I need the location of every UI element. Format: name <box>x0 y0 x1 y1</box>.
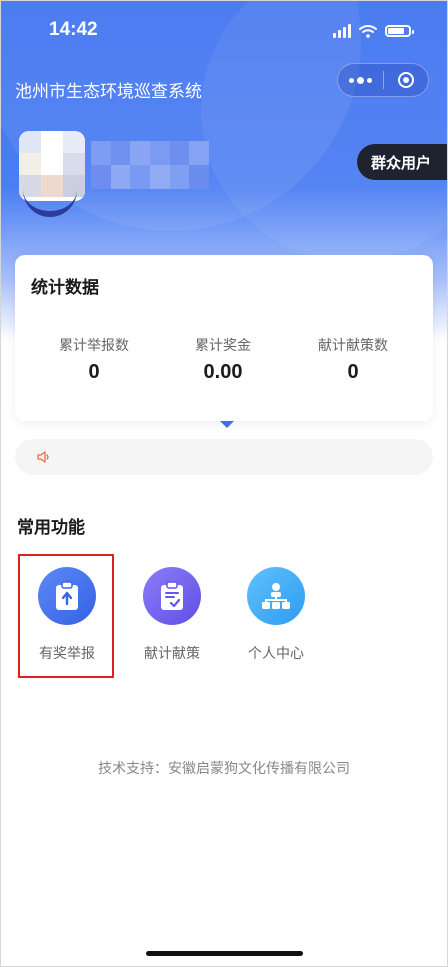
highlight-box <box>18 554 114 678</box>
signal-icon <box>333 24 351 38</box>
username-blurred <box>91 141 209 189</box>
close-miniprogram-button[interactable] <box>383 72 428 88</box>
stat-label: 献计献策数 <box>318 338 388 354</box>
stat-value: 0 <box>88 361 100 383</box>
app-title: 池州市生态环境巡查系统 <box>15 82 202 102</box>
stat-label: 累计举报数 <box>59 338 129 354</box>
stat-suggestion-count: 献计献策数 0 <box>288 335 418 384</box>
battery-icon <box>385 25 414 37</box>
feature-personal-center[interactable]: 个人中心 <box>231 567 321 663</box>
feature-label: 个人中心 <box>248 646 304 662</box>
card-pointer <box>220 421 234 428</box>
feature-suggestions[interactable]: 献计献策 <box>127 567 217 663</box>
stat-value: 0.00 <box>203 361 243 383</box>
feature-label: 献计献策 <box>144 646 200 662</box>
app-screen: 14:42 池州市生态环境巡查系统 群众用户 统计数据 累计举报数 0 累计奖金… <box>0 0 448 967</box>
more-options-button[interactable] <box>338 76 383 84</box>
home-indicator <box>146 951 303 956</box>
status-icons <box>333 21 414 41</box>
user-role-badge: 群众用户 <box>356 144 447 180</box>
miniprogram-capsule <box>337 63 429 97</box>
stats-card: 统计数据 累计举报数 0 累计奖金 0.00 献计献策数 0 <box>15 255 433 421</box>
clipboard-check-icon <box>143 567 201 625</box>
notice-bar[interactable] <box>15 439 433 475</box>
speaker-icon <box>37 451 49 463</box>
stat-label: 累计奖金 <box>195 338 251 354</box>
stats-title: 统计数据 <box>31 278 99 298</box>
stat-report-count: 累计举报数 0 <box>29 335 159 384</box>
org-chart-icon <box>247 567 305 625</box>
footer-credit: 技术支持：安徽启蒙狗文化传播有限公司 <box>98 761 350 777</box>
section-title: 常用功能 <box>17 518 85 538</box>
stat-total-bonus: 累计奖金 0.00 <box>158 335 288 384</box>
status-time: 14:42 <box>49 19 98 40</box>
stat-value: 0 <box>347 361 359 383</box>
wifi-icon <box>359 25 377 38</box>
